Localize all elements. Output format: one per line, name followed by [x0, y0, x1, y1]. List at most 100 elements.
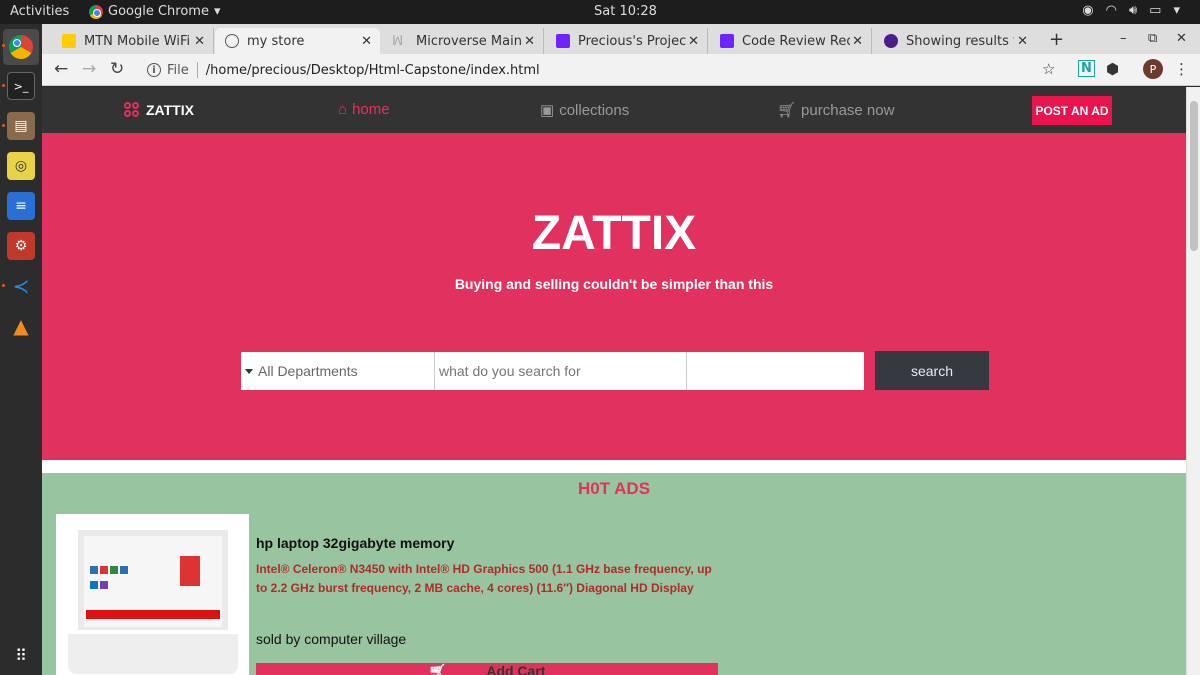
- hot-ads-heading: H0T ADS: [577, 479, 651, 498]
- address-bar[interactable]: i File /home/precious/Desktop/Html-Capst…: [137, 57, 1072, 83]
- speaker-icon: ◎: [14, 158, 28, 174]
- dock-rhythmbox[interactable]: ◎: [7, 152, 35, 180]
- dock: >_ ▤ ◎ ≡ ⚙ ≺ ▲ ⠿: [0, 24, 42, 675]
- nav-purchase[interactable]: 🛒︎ purchase now: [777, 101, 894, 120]
- divider: [196, 62, 198, 78]
- system-tray[interactable]: ◉ ◠ 🔊︎ ▭ ▾: [1082, 3, 1180, 18]
- tab-mtn[interactable]: MTN Mobile WiFi ✕: [52, 28, 214, 54]
- cart-icon: 🛒︎: [777, 102, 797, 119]
- product-description: Intel® Celeron® N3450 with Intel® HD Gra…: [256, 562, 712, 595]
- dock-vscode[interactable]: ≺: [7, 272, 35, 300]
- globe-icon: [225, 34, 239, 48]
- tab-title: Precious's Project: [578, 33, 686, 49]
- dock-settings[interactable]: ⚙: [7, 232, 35, 260]
- dock-files[interactable]: ▤: [7, 112, 35, 140]
- close-window-button[interactable]: ✕: [1176, 31, 1187, 46]
- site-navbar: ZATTIX ⌂ home ▣ collections 🛒︎ purchase …: [42, 87, 1186, 133]
- search-extra-input[interactable]: [687, 352, 864, 390]
- dock-chrome[interactable]: [3, 29, 39, 65]
- activities-button[interactable]: Activities: [10, 4, 69, 19]
- close-icon[interactable]: ✕: [194, 34, 205, 49]
- nav-collections[interactable]: ▣ collections: [540, 101, 630, 120]
- brand-name: ZATTIX: [146, 102, 194, 118]
- url-text[interactable]: /home/precious/Desktop/Html-Capstone/ind…: [206, 63, 540, 78]
- tab-title: Showing results f: [906, 33, 1014, 49]
- browser-toolbar: ← → ↻ i File /home/precious/Desktop/Html…: [42, 54, 1200, 86]
- tab-precious-project[interactable]: Precious's Project ✕: [546, 28, 708, 54]
- nav-collections-label: collections: [559, 101, 630, 119]
- tab-microverse-main[interactable]: ꟽ Microverse Main C ✕: [382, 28, 544, 54]
- chevron-down-icon[interactable]: ▾: [1173, 3, 1180, 18]
- nav-home[interactable]: ⌂ home: [338, 101, 390, 118]
- tab-title: my store: [247, 33, 305, 49]
- show-apps-button[interactable]: ⠿: [7, 641, 35, 669]
- tab-code-review[interactable]: Code Review Requ ✕: [710, 28, 872, 54]
- dock-writer[interactable]: ≡: [7, 192, 35, 220]
- restore-button[interactable]: ⧉: [1148, 31, 1157, 46]
- tab-title: Microverse Main C: [416, 33, 524, 49]
- hero-banner: ZATTIX Buying and selling couldn't be si…: [42, 133, 1186, 460]
- close-icon[interactable]: ✕: [524, 34, 535, 49]
- tab-my-store[interactable]: my store ✕: [215, 28, 380, 54]
- chrome-icon: [9, 35, 33, 59]
- app-menu[interactable]: Google Chrome ▾: [89, 4, 221, 19]
- file-cabinet-icon: ▤: [14, 118, 28, 134]
- extension-cube-icon[interactable]: ⬢: [1106, 60, 1119, 78]
- search-button[interactable]: search: [875, 351, 989, 390]
- add-cart-label: Add Cart: [486, 663, 546, 675]
- hero-tagline: Buying and selling couldn't be simpler t…: [454, 276, 774, 292]
- post-ad-button[interactable]: POST AN AD: [1032, 96, 1112, 125]
- system-clock[interactable]: Sat 10:28: [594, 4, 657, 19]
- menu-kebab-icon[interactable]: ⋮: [1174, 60, 1189, 78]
- hero-title: ZATTIX: [531, 207, 697, 260]
- grid-icon: ⠿: [15, 645, 27, 665]
- product-title[interactable]: hp laptop 32gigabyte memory: [256, 535, 454, 551]
- github-icon: [884, 34, 898, 48]
- system-top-bar: Activities Google Chrome ▾ Sat 10:28 ◉ ◠…: [0, 0, 1200, 24]
- product-seller: sold by computer village: [256, 631, 407, 647]
- search-input[interactable]: [435, 352, 687, 390]
- dock-vlc[interactable]: ▲: [7, 312, 35, 340]
- laptop-base: [68, 634, 238, 674]
- home-icon: ⌂: [338, 101, 348, 118]
- volume-icon[interactable]: 🔊︎: [1129, 3, 1137, 18]
- minimize-button[interactable]: –: [1120, 31, 1127, 46]
- department-select[interactable]: All Departments: [241, 352, 435, 390]
- tab-title: MTN Mobile WiFi: [84, 33, 191, 49]
- terminal-icon: >_: [13, 79, 29, 93]
- extension-n-icon[interactable]: N: [1078, 60, 1095, 77]
- dock-terminal[interactable]: >_: [7, 72, 35, 100]
- traffic-cone-icon: ▲: [13, 314, 29, 338]
- info-icon[interactable]: i: [147, 63, 161, 77]
- microverse-icon: [556, 34, 570, 48]
- new-tab-button[interactable]: +: [1049, 29, 1064, 50]
- chrome-icon: [89, 4, 103, 19]
- close-icon[interactable]: ✕: [1017, 34, 1028, 49]
- tab-showing-results[interactable]: Showing results f ✕: [874, 28, 1036, 54]
- close-icon[interactable]: ✕: [852, 34, 863, 49]
- gear-icon: ⚙: [14, 238, 28, 254]
- microverse-icon: ꟽ: [392, 34, 404, 49]
- chevron-down-icon: ▾: [213, 4, 221, 19]
- department-value: All Departments: [258, 363, 358, 379]
- scrollbar-thumb[interactable]: [1190, 101, 1198, 251]
- close-icon[interactable]: ✕: [688, 34, 699, 49]
- wifi-icon[interactable]: ◠: [1106, 3, 1117, 18]
- running-indicator: [2, 124, 5, 127]
- forward-button[interactable]: →: [82, 59, 96, 79]
- running-indicator: [2, 44, 5, 47]
- bookmark-star-icon[interactable]: ☆: [1042, 60, 1055, 78]
- battery-icon[interactable]: ▭: [1149, 3, 1161, 18]
- back-button[interactable]: ←: [54, 59, 68, 79]
- avatar[interactable]: P: [1143, 59, 1163, 79]
- mtn-icon: [62, 34, 76, 48]
- close-icon[interactable]: ✕: [361, 34, 372, 49]
- tab-strip: MTN Mobile WiFi ✕ my store ✕ ꟽ Microvers…: [42, 24, 1200, 54]
- add-cart-button[interactable]: 🛒︎ Add Cart: [256, 663, 718, 675]
- reload-button[interactable]: ↻: [110, 59, 124, 79]
- microverse-icon: [720, 34, 734, 48]
- brand-logo[interactable]: ZATTIX: [124, 102, 194, 118]
- product-image[interactable]: [56, 514, 249, 675]
- steam-icon[interactable]: ◉: [1082, 3, 1093, 18]
- page-scrollbar[interactable]: [1186, 87, 1200, 675]
